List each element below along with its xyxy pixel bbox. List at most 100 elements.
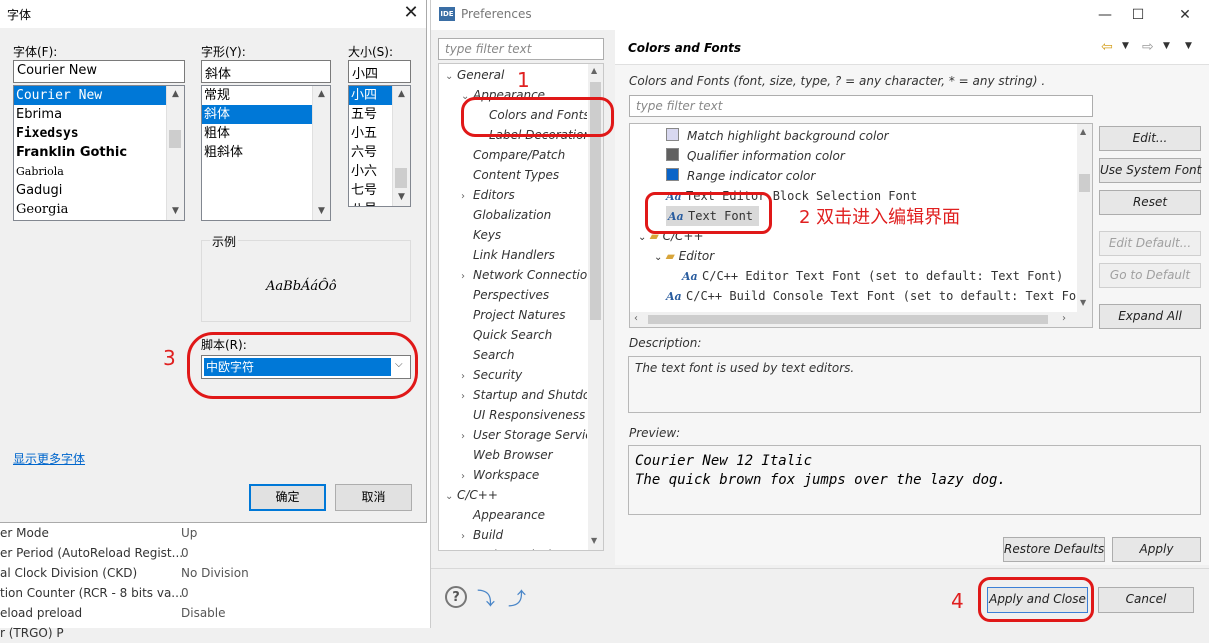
scroll-down-icon[interactable]: ▼	[591, 536, 597, 545]
list-item[interactable]: Franklin Gothic	[14, 143, 184, 162]
tree-item[interactable]: ⌄ C/C++	[445, 485, 498, 505]
tree-item[interactable]: UI Responsiveness Monitoring	[461, 405, 587, 425]
scroll-up-icon[interactable]: ▲	[167, 86, 184, 103]
font-size-list[interactable]: 小四五号小五六号小六七号八号 ▲ ▼	[348, 85, 411, 207]
list-item[interactable]: Gabriola	[14, 162, 184, 181]
list-item[interactable]: 斜体	[202, 105, 330, 124]
font-item[interactable]: Aa C/C++ Editor Text Font (set to default…	[682, 266, 1063, 286]
tree-item[interactable]: Project Natures	[461, 305, 566, 325]
show-more-fonts-link[interactable]: 显示更多字体	[13, 450, 85, 467]
tree-item[interactable]: › Workspace	[461, 465, 539, 485]
list-item[interactable]: 常规	[202, 86, 330, 105]
color-item[interactable]: Range indicator color	[666, 166, 815, 186]
scroll-up-icon[interactable]: ▲	[393, 86, 410, 103]
scroll-down-icon[interactable]: ▼	[393, 189, 410, 206]
scroll-right-icon[interactable]: ›	[1062, 313, 1066, 324]
tree-item[interactable]: Perspectives	[461, 285, 549, 305]
import-icon[interactable]: ⤵	[477, 585, 495, 611]
font-size-input[interactable]: 小四	[348, 60, 411, 83]
close-icon[interactable]: ✕	[1171, 4, 1199, 26]
tree-item[interactable]: › User Storage Service	[461, 425, 587, 445]
tree-item[interactable]: Globalization	[461, 205, 551, 225]
forward-icon[interactable]: ⇨	[1142, 39, 1154, 55]
expanded-icon[interactable]: ⌄	[638, 232, 650, 243]
collapsed-icon[interactable]: ›	[461, 387, 473, 407]
maximize-icon[interactable]: ☐	[1124, 4, 1152, 26]
page-filter-input[interactable]: type filter text	[629, 95, 1093, 117]
font-list-scrollbar[interactable]: ▲ ▼	[166, 86, 184, 220]
tree-item[interactable]: › Editors	[461, 185, 515, 205]
cancel-button[interactable]: 取消	[335, 484, 412, 511]
tree-item[interactable]: Content Types	[461, 165, 559, 185]
help-icon[interactable]: ?	[445, 586, 467, 608]
list-item[interactable]: Courier New	[14, 86, 184, 105]
scroll-thumb[interactable]	[648, 315, 1048, 324]
scroll-down-icon[interactable]: ▼	[167, 203, 184, 220]
expand-all-button[interactable]: Expand All	[1099, 304, 1201, 329]
cf-vertical-scrollbar[interactable]: ▲ ▼	[1077, 124, 1092, 312]
edit-default-button[interactable]: Edit Default...	[1099, 231, 1201, 256]
scroll-thumb[interactable]	[1079, 174, 1090, 192]
restore-defaults-button[interactable]: Restore Defaults	[1003, 537, 1105, 562]
color-item[interactable]: Qualifier information color	[666, 146, 845, 166]
collapsed-icon[interactable]: ›	[461, 467, 473, 487]
collapsed-icon[interactable]: ›	[461, 367, 473, 387]
collapsed-icon[interactable]: ›	[461, 427, 473, 447]
view-menu-icon[interactable]: ▼	[1185, 41, 1192, 51]
collapsed-icon[interactable]: ›	[461, 527, 473, 547]
tree-item[interactable]: Code Analysis	[461, 545, 557, 550]
list-item[interactable]: Georgia	[14, 200, 184, 219]
scroll-down-icon[interactable]: ▼	[313, 203, 330, 220]
category-item[interactable]: ⌄ ▰ Editor	[654, 246, 714, 266]
go-to-default-button[interactable]: Go to Default	[1099, 263, 1201, 288]
style-list-scrollbar[interactable]: ▲ ▼	[312, 86, 330, 220]
scroll-thumb[interactable]	[169, 130, 181, 148]
tree-item[interactable]: Link Handlers	[461, 245, 555, 265]
expanded-icon[interactable]: ⌄	[445, 487, 457, 507]
chevron-down-icon[interactable]: ▼	[1163, 41, 1170, 51]
scroll-thumb[interactable]	[395, 168, 407, 188]
use-system-font-button[interactable]: Use System Font	[1099, 158, 1201, 183]
tree-item[interactable]: Appearance	[461, 505, 545, 525]
back-icon[interactable]: ⇦	[1101, 39, 1113, 55]
list-item[interactable]: 粗斜体	[202, 143, 330, 162]
tree-item[interactable]: Quick Search	[461, 325, 552, 345]
reset-button[interactable]: Reset	[1099, 190, 1201, 215]
scroll-up-icon[interactable]: ▲	[313, 86, 330, 103]
tree-item[interactable]: ⌄ General	[445, 65, 504, 85]
font-style-input[interactable]: 斜体	[201, 60, 331, 83]
color-item[interactable]: Match highlight background color	[666, 126, 889, 146]
tree-item[interactable]: ›Startup and Shutdown	[461, 385, 587, 405]
font-item[interactable]: Aa C/C++ Build Console Text Font (set to …	[666, 286, 1077, 306]
scroll-up-icon[interactable]: ▲	[591, 66, 597, 75]
tree-item[interactable]: Keys	[461, 225, 501, 245]
tree-item[interactable]: Compare/Patch	[461, 145, 565, 165]
scroll-down-icon[interactable]: ▼	[1080, 298, 1086, 307]
cf-horizontal-scrollbar[interactable]: ‹ ›	[630, 312, 1092, 327]
edit-button[interactable]: Edit...	[1099, 126, 1201, 151]
tree-item[interactable]: ›Network Connections	[461, 265, 587, 285]
font-name-input[interactable]: Courier New	[13, 60, 185, 83]
expanded-icon[interactable]: ⌄	[445, 67, 457, 87]
collapsed-icon[interactable]: ›	[461, 187, 473, 207]
apply-button[interactable]: Apply	[1112, 537, 1201, 562]
chevron-down-icon[interactable]: ▼	[1122, 41, 1129, 51]
tree-item[interactable]: › Build	[461, 525, 503, 545]
cancel-button[interactable]: Cancel	[1098, 587, 1194, 613]
font-list[interactable]: Courier New Ebrima Fixedsys Franklin Gothic…	[13, 85, 185, 221]
size-list-scrollbar[interactable]: ▲ ▼	[392, 86, 410, 206]
font-style-list[interactable]: 常规 斜体 粗体 粗斜体 ▲ ▼	[201, 85, 331, 221]
list-item[interactable]: Fixedsys	[14, 124, 184, 143]
scroll-left-icon[interactable]: ‹	[634, 313, 638, 324]
list-item[interactable]: 粗体	[202, 124, 330, 143]
minimize-icon[interactable]: —	[1091, 4, 1119, 26]
tree-filter-input[interactable]: type filter text	[438, 38, 604, 60]
ok-button[interactable]: 确定	[249, 484, 326, 511]
close-icon[interactable]: ✕	[400, 3, 422, 25]
expanded-icon[interactable]: ⌄	[654, 252, 666, 263]
list-item[interactable]: Gadugi	[14, 181, 184, 200]
export-icon[interactable]: ⤴	[508, 585, 526, 611]
list-item[interactable]: Ebrima	[14, 105, 184, 124]
tree-item[interactable]: › Security	[461, 365, 522, 385]
tree-item[interactable]: Search	[461, 345, 515, 365]
